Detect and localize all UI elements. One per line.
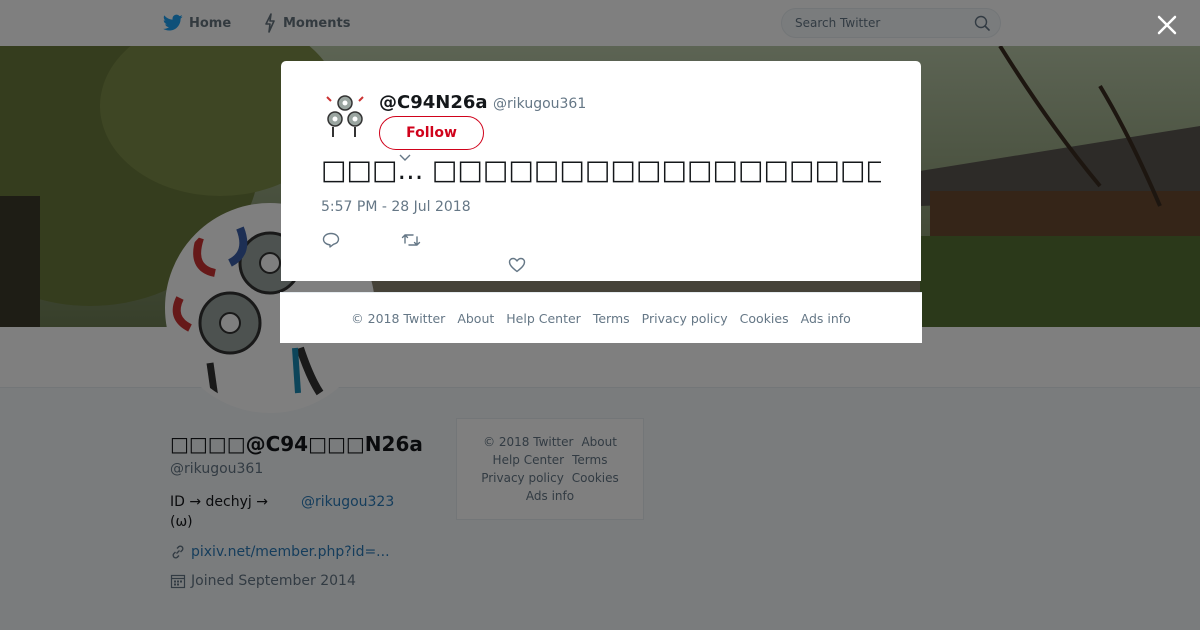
modal-footer-terms-link[interactable]: Terms [593,311,630,326]
tweet-text: □□□... □□□□□□□□□□□□□□□□□□□□□□□□... [321,155,881,186]
follow-button[interactable]: Follow [379,116,484,150]
heart-icon[interactable] [508,257,526,273]
modal-footer-privacy-link[interactable]: Privacy policy [642,311,728,326]
tweet-author-name[interactable]: @C94N26a [379,92,488,113]
modal-footer-help-link[interactable]: Help Center [506,311,581,326]
close-icon[interactable] [1155,13,1179,37]
tweet-modal: @C94N26a @rikugou361 Follow □□□... □□□□□… [281,61,921,281]
tweet-author-handle[interactable]: @rikugou361 [493,96,586,112]
retweet-icon[interactable] [401,232,421,248]
modal-footer-ads-link[interactable]: Ads info [801,311,851,326]
modal-footer-copyright: © 2018 Twitter [351,310,446,326]
modal-footer: © 2018 Twitter About Help Center Terms P… [280,292,922,343]
modal-footer-about-link[interactable]: About [457,311,494,326]
modal-footer-cookies-link[interactable]: Cookies [740,311,789,326]
tweet-author-avatar[interactable] [321,91,369,139]
tweet-timestamp[interactable]: 5:57 PM - 28 Jul 2018 [321,199,471,215]
reply-icon[interactable] [322,232,340,248]
